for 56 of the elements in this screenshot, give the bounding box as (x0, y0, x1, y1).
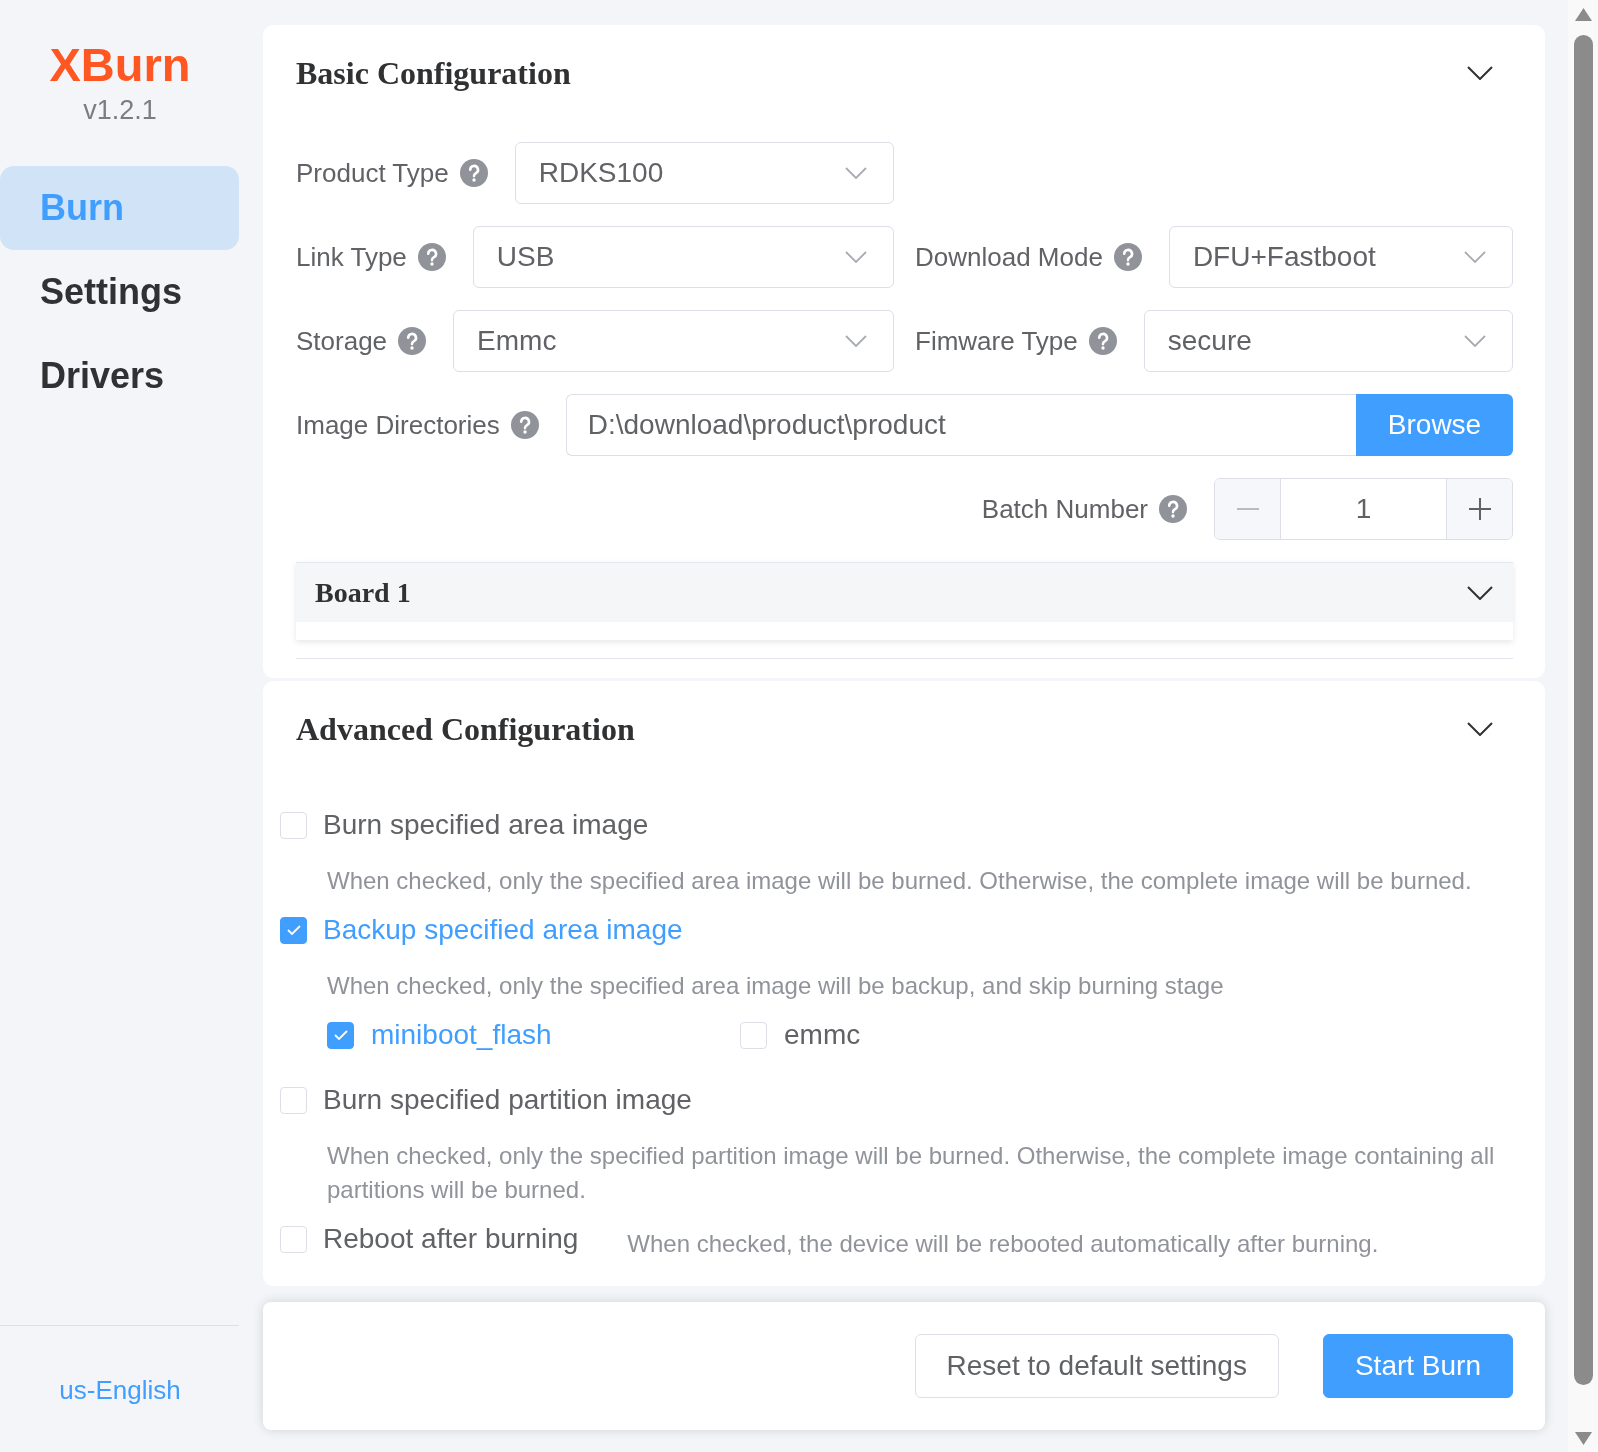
checkbox[interactable] (327, 1021, 354, 1049)
option-description: When checked, the device will be rebooted automatically after burning. (627, 1229, 1379, 1259)
chevron-down-icon (1464, 251, 1486, 263)
checkmark-icon (286, 925, 301, 935)
section-title: Basic Configuration (296, 54, 571, 93)
field-label: Product Type (296, 157, 449, 189)
scroll-up-arrow-icon[interactable] (1574, 8, 1592, 21)
checkbox-label[interactable]: Reboot after burning (323, 1223, 579, 1255)
field-label: Batch Number (981, 493, 1148, 525)
select-field[interactable]: Emmc (453, 310, 894, 372)
version-label: v1.2.1 (83, 94, 157, 126)
checkbox-label[interactable]: Burn specified area image (323, 809, 649, 841)
option-description: When checked, only the specified area image will be burned. Otherwise, the complete image will be burned. (327, 866, 1473, 896)
field-label: Image Directories (296, 409, 500, 441)
app-logo: XBurn (49, 39, 191, 91)
chevron-down-icon (1467, 585, 1493, 600)
number-stepper[interactable]: 1 (1214, 478, 1513, 540)
field-label: Fimware Type (915, 325, 1078, 357)
checkmark-icon (333, 1030, 348, 1040)
help-icon[interactable] (1088, 327, 1117, 355)
scroll-down-arrow-icon[interactable] (1574, 1432, 1592, 1445)
option-description: When checked, only the specified partition image will be burned. Otherwise, the complete image containing all partitions will be burned. (327, 1141, 1496, 1205)
select-field[interactable]: RDKS100 (514, 142, 894, 204)
help-icon[interactable] (417, 243, 446, 271)
scrollbar-thumb[interactable] (1573, 35, 1593, 1385)
chevron-down-icon (845, 335, 867, 347)
select-field[interactable]: secure (1143, 310, 1513, 372)
help-icon[interactable] (398, 327, 427, 355)
section-title: Advanced Configuration (296, 710, 635, 749)
checkbox[interactable] (280, 916, 307, 944)
help-icon[interactable] (1113, 243, 1142, 271)
nav-item[interactable]: Settings (0, 250, 239, 334)
field-label: Storage (296, 325, 388, 357)
path-input[interactable]: D:\download\product\product (565, 394, 1356, 456)
select-field[interactable]: DFU+Fastboot (1168, 226, 1513, 288)
chevron-down-icon[interactable] (1467, 66, 1493, 80)
scrollbar[interactable] (1568, 0, 1598, 1452)
chevron-down-icon (845, 167, 867, 179)
minus-icon (1236, 508, 1259, 510)
secondary-button[interactable]: Reset to default settings (914, 1334, 1279, 1398)
field-label: Link Type (296, 241, 407, 273)
option-description: When checked, only the specified area image will be backup, and skip burning stage (327, 971, 1225, 1001)
increase-button[interactable] (1446, 479, 1512, 539)
select-field[interactable]: USB (472, 226, 894, 288)
chevron-down-icon (845, 251, 867, 263)
checkbox-label[interactable]: emmc (784, 1019, 861, 1051)
plus-icon (1468, 498, 1491, 520)
help-icon[interactable] (1159, 495, 1187, 523)
chevron-down-icon (1464, 335, 1486, 347)
nav-item[interactable]: Drivers (0, 334, 239, 418)
checkbox-label[interactable]: Burn specified partition image (323, 1084, 692, 1116)
chevron-down-icon[interactable] (1467, 722, 1493, 736)
help-icon[interactable] (459, 159, 488, 187)
field-label: Download Mode (915, 241, 1103, 273)
board-header[interactable]: Board 1 (296, 562, 1513, 622)
help-icon[interactable] (510, 411, 539, 439)
